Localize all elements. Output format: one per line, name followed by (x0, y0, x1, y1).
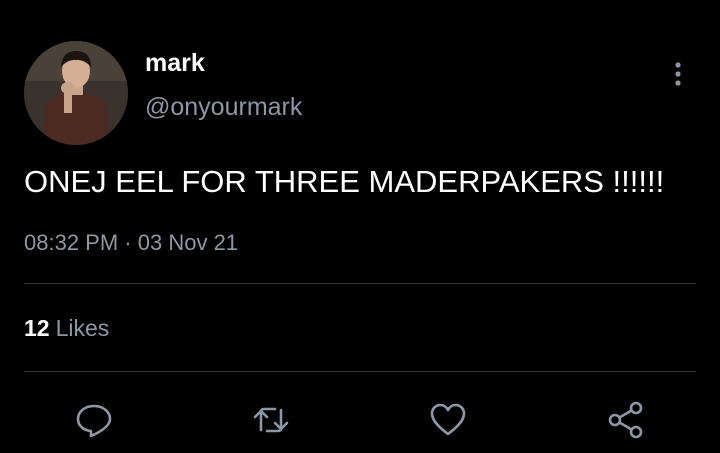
likes-label: Likes (55, 315, 110, 341)
share-button[interactable] (604, 398, 648, 442)
profile-photo (24, 41, 128, 145)
divider (24, 371, 696, 372)
avatar[interactable] (24, 41, 128, 145)
divider (24, 283, 696, 284)
tweet-text: ONEJ EEL FOR THREE MADERPAKERS !!!!!! (24, 164, 665, 199)
retweet-icon (253, 407, 289, 433)
tweet-date: 03 Nov 21 (137, 230, 239, 255)
comment-icon (76, 404, 112, 438)
likes-number: 12 (24, 315, 50, 341)
share-icon (608, 401, 643, 439)
tweet-timestamp[interactable]: 08:32 PM · 03 Nov 21 (24, 229, 238, 257)
retweet-button[interactable] (249, 398, 293, 442)
user-handle[interactable]: @onyourmark (145, 92, 302, 122)
reply-button[interactable] (72, 398, 116, 442)
likes-count[interactable]: 12 Likes (24, 314, 109, 342)
timestamp-separator: · (124, 230, 132, 255)
tweet-time: 08:32 PM (24, 230, 119, 255)
heart-icon (430, 403, 466, 436)
display-name[interactable]: mark (145, 48, 205, 78)
more-vertical-icon[interactable] (664, 58, 692, 90)
like-button[interactable] (426, 398, 470, 442)
